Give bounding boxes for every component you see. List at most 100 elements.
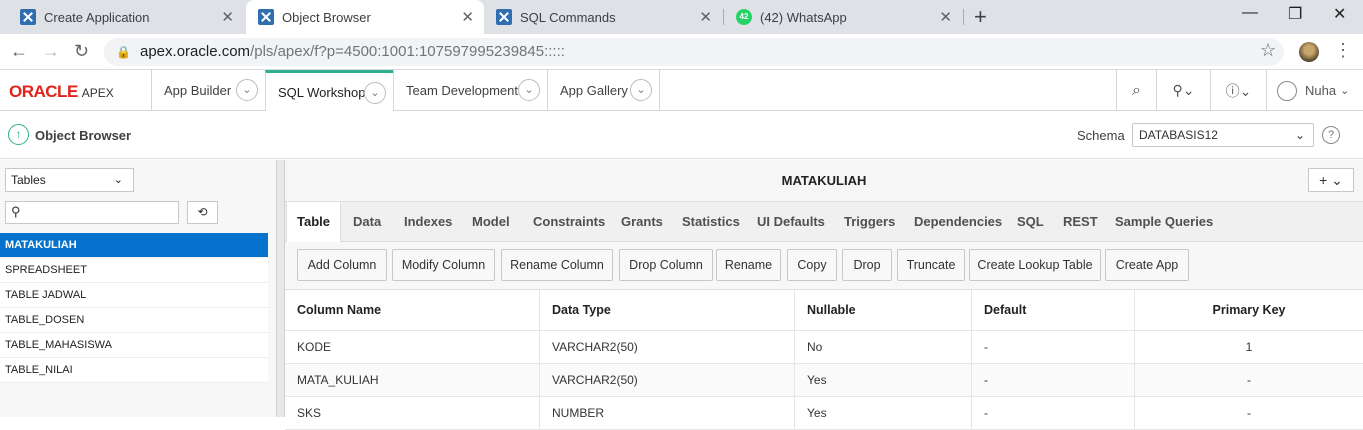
- tab-title: Create Application: [44, 9, 150, 25]
- table-row: KODE VARCHAR2(50) No - 1: [285, 331, 1363, 364]
- action-toolbar: Add Column Modify Column Rename Column D…: [285, 242, 1363, 290]
- column-header[interactable]: Nullable: [795, 290, 972, 330]
- whatsapp-icon: 42: [736, 9, 752, 25]
- panel-splitter[interactable]: [276, 160, 285, 417]
- browser-tab-whatsapp[interactable]: 42 (42) WhatsApp ✕: [724, 0, 962, 34]
- object-type-select[interactable]: Tables ⌄: [5, 168, 134, 192]
- browser-menu-icon[interactable]: ⋮: [1334, 40, 1352, 61]
- chevron-down-icon: ⌄: [113, 174, 123, 186]
- restore-icon[interactable]: ❐: [1288, 4, 1302, 24]
- browser-tab-strip: Create Application ✕ Object Browser ✕ SQ…: [0, 0, 1363, 34]
- admin-user-icon[interactable]: ⚲⌄: [1156, 70, 1210, 111]
- tab-model[interactable]: Model: [472, 202, 510, 242]
- column-header[interactable]: Primary Key: [1135, 290, 1363, 330]
- modify-column-button[interactable]: Modify Column: [392, 249, 495, 281]
- tab-separator: [963, 9, 964, 25]
- oracle-apex-logo[interactable]: ORACLE APEX: [9, 82, 114, 102]
- table-cell: NUMBER: [540, 397, 795, 429]
- tab-indexes[interactable]: Indexes: [404, 202, 452, 242]
- chevron-down-icon: ⌄: [1340, 85, 1350, 97]
- table-cell: Yes: [795, 397, 972, 429]
- nav-sql-workshop[interactable]: SQL Workshop ⌄: [265, 70, 393, 111]
- column-header[interactable]: Default: [972, 290, 1135, 330]
- drop-column-button[interactable]: Drop Column: [619, 249, 713, 281]
- tab-sample-queries[interactable]: Sample Queries: [1115, 202, 1213, 242]
- new-tab-plus-icon[interactable]: +: [974, 4, 987, 30]
- tab-table[interactable]: Table: [286, 202, 341, 242]
- table-header-row: Column Name Data Type Nullable Default P…: [285, 290, 1363, 331]
- minimize-icon[interactable]: —: [1242, 4, 1258, 22]
- tab-rest[interactable]: REST: [1063, 202, 1098, 242]
- schema-select[interactable]: DATABASIS12 ⌄: [1132, 123, 1314, 147]
- browser-tab-create-application[interactable]: Create Application ✕: [8, 0, 244, 34]
- create-app-button[interactable]: Create App: [1105, 249, 1189, 281]
- back-arrow-icon[interactable]: ←: [10, 41, 28, 62]
- column-header[interactable]: Column Name: [285, 290, 540, 330]
- chevron-down-icon[interactable]: ⌄: [364, 82, 386, 104]
- add-object-button[interactable]: + ⌄: [1308, 168, 1354, 192]
- browser-tab-sql-commands[interactable]: SQL Commands ✕: [484, 0, 722, 34]
- chevron-down-icon[interactable]: ⌄: [236, 79, 258, 101]
- nav-app-gallery[interactable]: App Gallery ⌄: [547, 70, 660, 111]
- list-item[interactable]: TABLE JADWAL: [0, 283, 268, 308]
- list-item[interactable]: TABLE_MAHASISWA: [0, 333, 268, 358]
- object-search-input[interactable]: ⚲: [5, 201, 179, 224]
- close-icon[interactable]: ✕: [221, 8, 234, 26]
- list-item[interactable]: TABLE_DOSEN: [0, 308, 268, 333]
- tab-grants[interactable]: Grants: [621, 202, 663, 242]
- chevron-down-icon[interactable]: ⌄: [630, 79, 652, 101]
- nav-label: App Gallery: [560, 83, 628, 98]
- tab-statistics[interactable]: Statistics: [682, 202, 740, 242]
- close-icon[interactable]: ✕: [461, 8, 474, 26]
- nav-team-development[interactable]: Team Development ⌄: [393, 70, 547, 111]
- truncate-button[interactable]: Truncate: [897, 249, 965, 281]
- close-icon[interactable]: ✕: [699, 8, 712, 26]
- user-menu[interactable]: Nuha ⌄: [1266, 70, 1363, 111]
- schema-value: DATABASIS12: [1139, 128, 1218, 142]
- create-lookup-table-button[interactable]: Create Lookup Table: [969, 249, 1101, 281]
- table-cell: VARCHAR2(50): [540, 364, 795, 396]
- up-arrow-icon[interactable]: ↑: [8, 124, 29, 145]
- page-title: Object Browser: [35, 128, 132, 143]
- nav-app-builder[interactable]: App Builder ⌄: [151, 70, 265, 111]
- table-cell: -: [972, 364, 1135, 396]
- tab-data[interactable]: Data: [353, 202, 381, 242]
- search-icon[interactable]: ⌕: [1116, 70, 1156, 111]
- object-list-panel: Tables ⌄ ⚲ ⟲ MATAKULIAH SPREADSHEET TABL…: [0, 160, 276, 417]
- close-icon[interactable]: ✕: [939, 8, 952, 26]
- drop-button[interactable]: Drop: [842, 249, 892, 281]
- apex-icon: [20, 9, 36, 25]
- browser-tab-object-browser[interactable]: Object Browser ✕: [246, 0, 484, 34]
- tab-constraints[interactable]: Constraints: [533, 202, 605, 242]
- tab-ui-defaults[interactable]: UI Defaults: [757, 202, 825, 242]
- help-menu-icon[interactable]: ⓘ⌄: [1210, 70, 1266, 111]
- refresh-button[interactable]: ⟲: [187, 201, 218, 224]
- apex-icon: [258, 9, 274, 25]
- tab-triggers[interactable]: Triggers: [844, 202, 895, 242]
- list-item[interactable]: SPREADSHEET: [0, 258, 268, 283]
- copy-button[interactable]: Copy: [787, 249, 837, 281]
- chevron-down-icon: ⌄: [1294, 128, 1305, 142]
- tab-dependencies[interactable]: Dependencies: [914, 202, 1002, 242]
- nav-label: App Builder: [164, 83, 232, 98]
- url-input[interactable]: 🔒 apex.oracle.com/pls/apex/f?p=4500:1001…: [104, 38, 1284, 66]
- tab-sql[interactable]: SQL: [1017, 202, 1044, 242]
- forward-arrow-icon[interactable]: →: [42, 41, 60, 62]
- help-icon[interactable]: ?: [1322, 126, 1340, 144]
- rename-column-button[interactable]: Rename Column: [501, 249, 613, 281]
- column-header[interactable]: Data Type: [540, 290, 795, 330]
- table-cell: VARCHAR2(50): [540, 331, 795, 363]
- apex-header: ORACLE APEX App Builder ⌄ SQL Workshop ⌄ …: [0, 70, 1363, 111]
- window-close-icon[interactable]: ✕: [1333, 4, 1346, 24]
- add-column-button[interactable]: Add Column: [297, 249, 387, 281]
- reload-icon[interactable]: ↻: [74, 41, 89, 62]
- schema-label: Schema: [1077, 128, 1125, 143]
- list-item[interactable]: TABLE_NILAI: [0, 358, 268, 383]
- list-item[interactable]: MATAKULIAH: [0, 233, 268, 258]
- object-detail-panel: MATAKULIAH + ⌄ Table Data Indexes Model …: [285, 160, 1363, 430]
- apex-icon: [496, 9, 512, 25]
- profile-avatar[interactable]: [1299, 42, 1319, 62]
- rename-button[interactable]: Rename: [716, 249, 781, 281]
- bookmark-star-icon[interactable]: ☆: [1260, 40, 1276, 61]
- chevron-down-icon[interactable]: ⌄: [518, 79, 540, 101]
